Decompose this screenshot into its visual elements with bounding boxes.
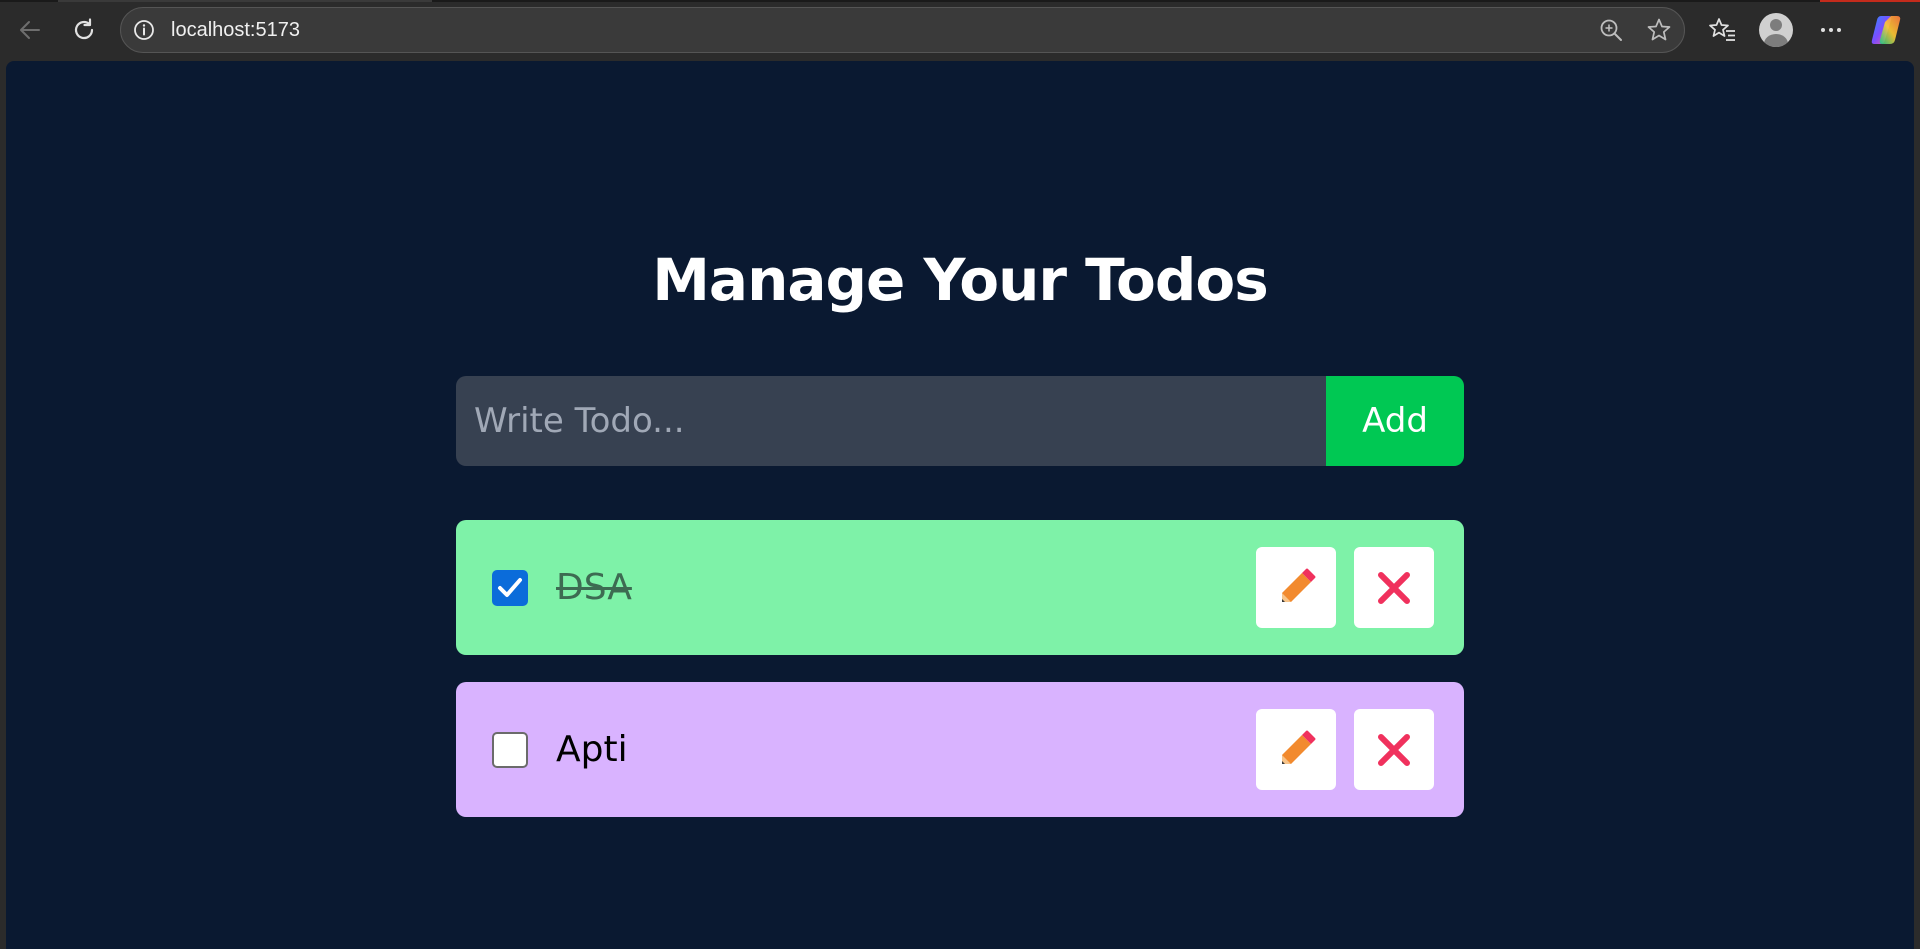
- profile-button[interactable]: [1756, 10, 1796, 50]
- todo-input[interactable]: [456, 376, 1326, 466]
- zoom-icon: [1600, 19, 1622, 41]
- delete-button[interactable]: [1354, 709, 1434, 790]
- copilot-button[interactable]: [1866, 10, 1906, 50]
- arrow-left-icon: [20, 21, 40, 39]
- todo-text[interactable]: Apti: [556, 682, 1216, 817]
- todo-form: Add: [456, 376, 1464, 466]
- close-icon: [1378, 733, 1410, 766]
- more-button[interactable]: [1811, 10, 1851, 50]
- address-bar[interactable]: localhost:5173: [120, 7, 1685, 53]
- info-icon[interactable]: [133, 19, 155, 41]
- reload-button[interactable]: [64, 10, 104, 50]
- favorite-button[interactable]: [1639, 10, 1679, 50]
- checkmark-icon: [498, 578, 522, 597]
- todo-item: Apti: [456, 682, 1464, 817]
- favorites-icon: [1709, 18, 1735, 41]
- todo-checkbox[interactable]: [492, 570, 528, 606]
- todo-checkbox[interactable]: [492, 732, 528, 768]
- pencil-icon: [1282, 730, 1316, 764]
- edit-button[interactable]: [1256, 547, 1336, 628]
- copilot-icon: [1871, 16, 1901, 44]
- page-title: Manage Your Todos: [652, 246, 1269, 314]
- delete-button[interactable]: [1354, 547, 1434, 628]
- favorites-button[interactable]: [1703, 10, 1743, 50]
- url-text[interactable]: localhost:5173: [171, 8, 300, 52]
- todo-item: DSA: [456, 520, 1464, 655]
- pencil-icon: [1282, 568, 1316, 602]
- close-icon: [1378, 571, 1410, 604]
- reload-icon: [74, 18, 94, 40]
- todo-list: DSA Apti: [456, 520, 1464, 844]
- browser-toolbar: localhost:5173: [0, 0, 1920, 60]
- browser-window: localhost:5173 Manage Your Todos Write T…: [0, 0, 1920, 949]
- add-button[interactable]: Add: [1326, 376, 1464, 466]
- star-icon: [1647, 18, 1671, 41]
- back-button[interactable]: [10, 10, 50, 50]
- profile-icon: [1759, 13, 1793, 47]
- todo-text[interactable]: DSA: [556, 520, 1216, 655]
- page-viewport: Manage Your Todos Add DSA: [6, 61, 1914, 949]
- zoom-button[interactable]: [1591, 10, 1631, 50]
- more-icon: [1821, 28, 1841, 32]
- edit-button[interactable]: [1256, 709, 1336, 790]
